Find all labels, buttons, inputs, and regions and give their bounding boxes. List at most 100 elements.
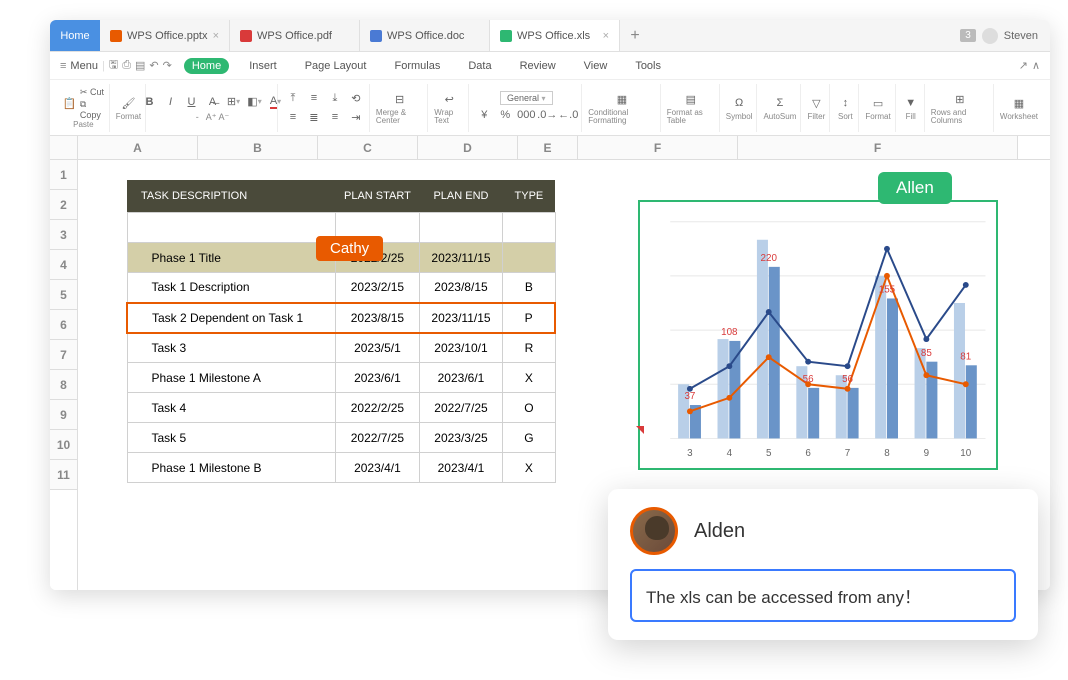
wrap-group[interactable]: ↩Wrap Text xyxy=(430,84,469,132)
new-tab-button[interactable]: + xyxy=(620,20,650,51)
table-cell[interactable]: 2023/11/15 xyxy=(419,243,503,273)
autosum-group[interactable]: ΣAutoSum xyxy=(759,84,801,132)
preview-icon[interactable]: ▤ xyxy=(135,59,145,72)
table-row[interactable]: Task 32023/5/12023/10/1R xyxy=(127,333,555,363)
comma-icon[interactable]: 000 xyxy=(517,106,535,124)
ribbon-tab[interactable]: Home xyxy=(184,58,229,74)
table-cell[interactable]: Task 5 xyxy=(127,423,336,453)
column-header[interactable]: C xyxy=(318,136,418,159)
align-top-icon[interactable]: ⤒ xyxy=(284,89,302,107)
table-cell[interactable]: 2023/3/25 xyxy=(419,423,503,453)
format-group[interactable]: ▭Format xyxy=(861,84,895,132)
table-cell[interactable]: Phase 1 Milestone B xyxy=(127,453,336,483)
ribbon-tab[interactable]: Data xyxy=(460,58,499,74)
collaborator-tag-cathy[interactable]: Cathy xyxy=(316,236,383,261)
column-header[interactable]: B xyxy=(198,136,318,159)
orientation-icon[interactable]: ⟲ xyxy=(347,89,365,107)
indent-icon[interactable]: ⇥ xyxy=(347,108,365,126)
currency-icon[interactable]: ¥ xyxy=(475,106,493,124)
table-cell[interactable]: 2023/6/1 xyxy=(419,363,503,393)
close-icon[interactable]: × xyxy=(213,30,219,42)
sort-group[interactable]: ↕Sort xyxy=(832,84,859,132)
strikethrough-button[interactable]: A̶ xyxy=(204,93,222,111)
user-area[interactable]: 3 Steven xyxy=(948,20,1050,51)
document-tab[interactable]: WPS Office.doc xyxy=(360,20,490,51)
close-icon[interactable]: × xyxy=(603,30,609,42)
table-row[interactable]: Task 1 Description2023/2/152023/8/15B xyxy=(127,273,555,303)
format-table-group[interactable]: ▤Format as Table xyxy=(663,84,720,132)
ribbon-tab[interactable]: Review xyxy=(512,58,564,74)
align-bottom-icon[interactable]: ⤓ xyxy=(326,89,344,107)
home-tab[interactable]: Home xyxy=(50,20,100,51)
table-cell[interactable]: 2022/2/25 xyxy=(336,393,419,423)
row-header[interactable]: 4 xyxy=(50,250,77,280)
table-row[interactable]: Task 42022/2/252022/7/25O xyxy=(127,393,555,423)
fill-group[interactable]: ▼Fill xyxy=(898,84,925,132)
table-cell[interactable]: Phase 1 Milestone A xyxy=(127,363,336,393)
table-cell[interactable]: Phase 1 Title xyxy=(127,243,336,273)
cut-button[interactable]: ✂ Cut xyxy=(80,87,105,98)
table-cell[interactable]: B xyxy=(503,273,555,303)
border-button[interactable]: ⊞▾ xyxy=(225,93,243,111)
table-cell[interactable]: 2023/4/1 xyxy=(336,453,419,483)
table-cell[interactable]: Task 4 xyxy=(127,393,336,423)
table-cell[interactable]: X xyxy=(503,453,555,483)
table-cell[interactable]: X xyxy=(503,363,555,393)
comment-indicator-icon[interactable] xyxy=(636,426,644,434)
comment-text[interactable]: The xls can be accessed from any！ xyxy=(630,569,1016,622)
column-header[interactable]: F xyxy=(738,136,1018,159)
fill-color-button[interactable]: ◧▾ xyxy=(246,93,264,111)
column-header[interactable]: F xyxy=(578,136,738,159)
print-icon[interactable]: ⎙ xyxy=(122,59,131,72)
table-cell[interactable]: O xyxy=(503,393,555,423)
table-cell[interactable]: 2023/2/15 xyxy=(336,273,419,303)
merge-group[interactable]: ⊟Merge & Center xyxy=(372,84,428,132)
ribbon-tab[interactable]: View xyxy=(576,58,616,74)
table-cell[interactable]: 2023/11/15 xyxy=(419,303,503,333)
dec-dec-icon[interactable]: ←.0 xyxy=(559,106,577,124)
underline-button[interactable]: U xyxy=(183,93,201,111)
share-icon[interactable]: ↗ xyxy=(1019,59,1028,72)
row-header[interactable]: 11 xyxy=(50,460,77,490)
table-row[interactable]: Task 2 Dependent on Task 12023/8/152023/… xyxy=(127,303,555,333)
table-cell[interactable]: 2023/10/1 xyxy=(419,333,503,363)
rowscols-group[interactable]: ⊞Rows and Columns xyxy=(927,84,994,132)
dec-inc-icon[interactable]: .0→ xyxy=(538,106,556,124)
row-header[interactable]: 5 xyxy=(50,280,77,310)
undo-icon[interactable]: ↶ xyxy=(149,59,158,72)
table-row[interactable]: Phase 1 Milestone A2023/6/12023/6/1X xyxy=(127,363,555,393)
ribbon-tab[interactable]: Tools xyxy=(627,58,669,74)
align-left-icon[interactable]: ≡ xyxy=(284,108,302,126)
table-cell[interactable]: 2022/7/25 xyxy=(419,393,503,423)
align-center-icon[interactable]: ≣ xyxy=(305,108,323,126)
column-header[interactable]: A xyxy=(78,136,198,159)
redo-icon[interactable]: ↷ xyxy=(163,59,172,72)
align-middle-icon[interactable]: ≡ xyxy=(305,89,323,107)
percent-icon[interactable]: % xyxy=(496,106,514,124)
column-header[interactable]: E xyxy=(518,136,578,159)
menu-label[interactable]: Menu xyxy=(70,60,98,72)
align-right-icon[interactable]: ≡ xyxy=(326,108,344,126)
table-row[interactable]: Task 52022/7/252023/3/25G xyxy=(127,423,555,453)
document-tab[interactable]: WPS Office.pptx× xyxy=(100,20,230,51)
table-cell[interactable]: 2022/7/25 xyxy=(336,423,419,453)
paste-icon[interactable]: 📋 xyxy=(62,94,77,112)
table-cell[interactable]: 2023/6/1 xyxy=(336,363,419,393)
ribbon-tab[interactable]: Page Layout xyxy=(297,58,375,74)
row-header[interactable]: 8 xyxy=(50,370,77,400)
table-cell[interactable]: R xyxy=(503,333,555,363)
save-icon[interactable]: 🖫 xyxy=(109,56,118,75)
table-cell[interactable]: 2023/8/15 xyxy=(336,303,419,333)
copy-button[interactable]: ⧉ Copy xyxy=(80,99,105,120)
symbol-group[interactable]: ΩSymbol xyxy=(722,84,758,132)
row-header[interactable]: 2 xyxy=(50,190,77,220)
table-cell[interactable]: P xyxy=(503,303,555,333)
row-header[interactable]: 9 xyxy=(50,400,77,430)
italic-button[interactable]: I xyxy=(162,93,180,111)
table-cell[interactable]: 2023/8/15 xyxy=(419,273,503,303)
row-header[interactable]: 10 xyxy=(50,430,77,460)
bold-button[interactable]: B xyxy=(141,93,159,111)
table-cell[interactable]: G xyxy=(503,423,555,453)
hamburger-icon[interactable]: ≡ xyxy=(60,60,66,72)
row-header[interactable]: 7 xyxy=(50,340,77,370)
